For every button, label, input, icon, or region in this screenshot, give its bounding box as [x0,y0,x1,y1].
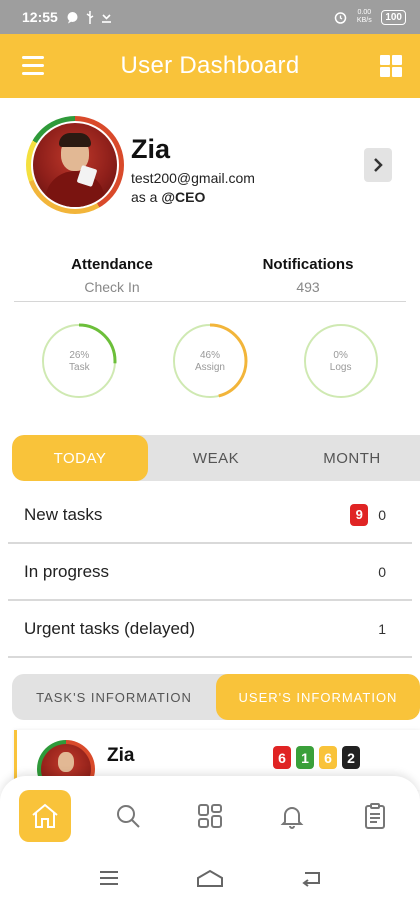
tab-today[interactable]: TODAY [12,435,148,481]
nav-reports[interactable] [349,790,401,842]
chevron-right-icon [374,158,383,172]
profile-details-button[interactable] [364,148,392,182]
role-value: @CEO [161,189,206,205]
profile-role: as a @CEO [131,189,205,205]
page-title: User Dashboard [120,52,300,79]
task-gauge: 26% Task [34,316,124,406]
assign-gauge-percent: 46% [199,350,220,361]
task-summary-list: New tasks 9 0 In progress 0 Urgent tasks… [8,487,412,658]
notifications-value: 493 [296,279,320,295]
logs-gauge-percent: 0% [333,350,348,361]
app-bar: User Dashboard [0,34,420,98]
system-nav-bar [0,856,420,900]
attendance-value: Check In [84,279,140,295]
in-progress-label: In progress [24,561,110,581]
user-badge-black: 2 [342,746,360,769]
status-time: 12:55 [22,9,58,25]
dashboard-icon [197,804,222,828]
new-tasks-label: New tasks [24,504,103,524]
user-card-badges: 6 1 6 2 [273,746,360,769]
chat-icon [67,11,78,23]
profile-name: Zia [131,134,171,164]
user-badge-red: 6 [273,746,291,769]
role-prefix: as a [131,189,158,205]
avatar[interactable] [26,116,124,214]
recent-apps-icon[interactable] [97,869,121,887]
new-tasks-count: 0 [378,506,386,523]
nav-search[interactable] [102,790,154,842]
info-tabs: TASK'S INFORMATION USER'S INFORMATION [12,674,420,720]
stats-row: Attendance Check In Notifications 493 [14,250,406,302]
nav-home[interactable] [19,790,72,842]
assign-gauge-label: Assign [194,362,225,373]
nav-notifications[interactable] [266,790,318,842]
alarm-icon [335,11,347,24]
task-gauge-label: Task [69,362,90,373]
in-progress-row[interactable]: In progress 0 [8,544,412,601]
attendance-label: Attendance [71,256,153,273]
progress-gauges: 26% Task 46% Assign 0% Logs [14,316,406,412]
urgent-tasks-row[interactable]: Urgent tasks (delayed) 1 [8,601,412,658]
grid-icon [380,55,390,65]
network-speed: 0.00 KB/s [356,9,372,24]
download-icon [101,13,111,23]
profile-email: test200@gmail.com [131,170,255,186]
tab-month[interactable]: MONTH [284,435,420,481]
logs-gauge-label: Logs [329,362,352,373]
grid-view-button[interactable] [380,55,402,77]
tab-weak[interactable]: WEAK [148,435,284,481]
home-button-icon[interactable] [195,868,225,888]
period-tabs: TODAY WEAK MONTH [12,435,420,481]
clipboard-icon [364,803,385,829]
new-tasks-badge: 9 [350,503,369,526]
notifications-label: Notifications [262,256,354,273]
urgent-tasks-label: Urgent tasks (delayed) [24,618,196,638]
user-badge-yellow: 6 [319,746,337,769]
tab-task-information[interactable]: TASK'S INFORMATION [12,674,216,720]
profile-header: Zia test200@gmail.com as a @CEO [26,116,396,216]
assign-gauge: 46% Assign [165,316,255,406]
back-icon[interactable] [299,869,323,887]
avatar-image [33,123,117,207]
logs-gauge: 0% Logs [296,316,386,406]
search-icon [116,805,140,828]
bell-icon [280,807,304,829]
notifications-stat[interactable]: Notifications 493 [210,250,406,301]
nav-dashboard[interactable] [184,790,236,842]
menu-button[interactable] [22,56,44,76]
user-card-name: Zia [107,745,135,766]
hamburger-icon [22,56,44,59]
tab-user-information[interactable]: USER'S INFORMATION [216,674,420,720]
status-icons [66,10,112,24]
home-icon [32,803,58,828]
bottom-nav [0,776,420,856]
attendance-stat[interactable]: Attendance Check In [14,250,210,301]
usb-icon [86,10,94,24]
user-badge-green: 1 [296,746,314,769]
new-tasks-row[interactable]: New tasks 9 0 [8,487,412,544]
status-bar: 12:55 0.00 KB/s 100 [0,0,420,34]
urgent-tasks-count: 1 [378,620,386,637]
in-progress-count: 0 [378,563,386,580]
task-gauge-percent: 26% [69,350,90,361]
battery-indicator: 100 [381,9,406,25]
